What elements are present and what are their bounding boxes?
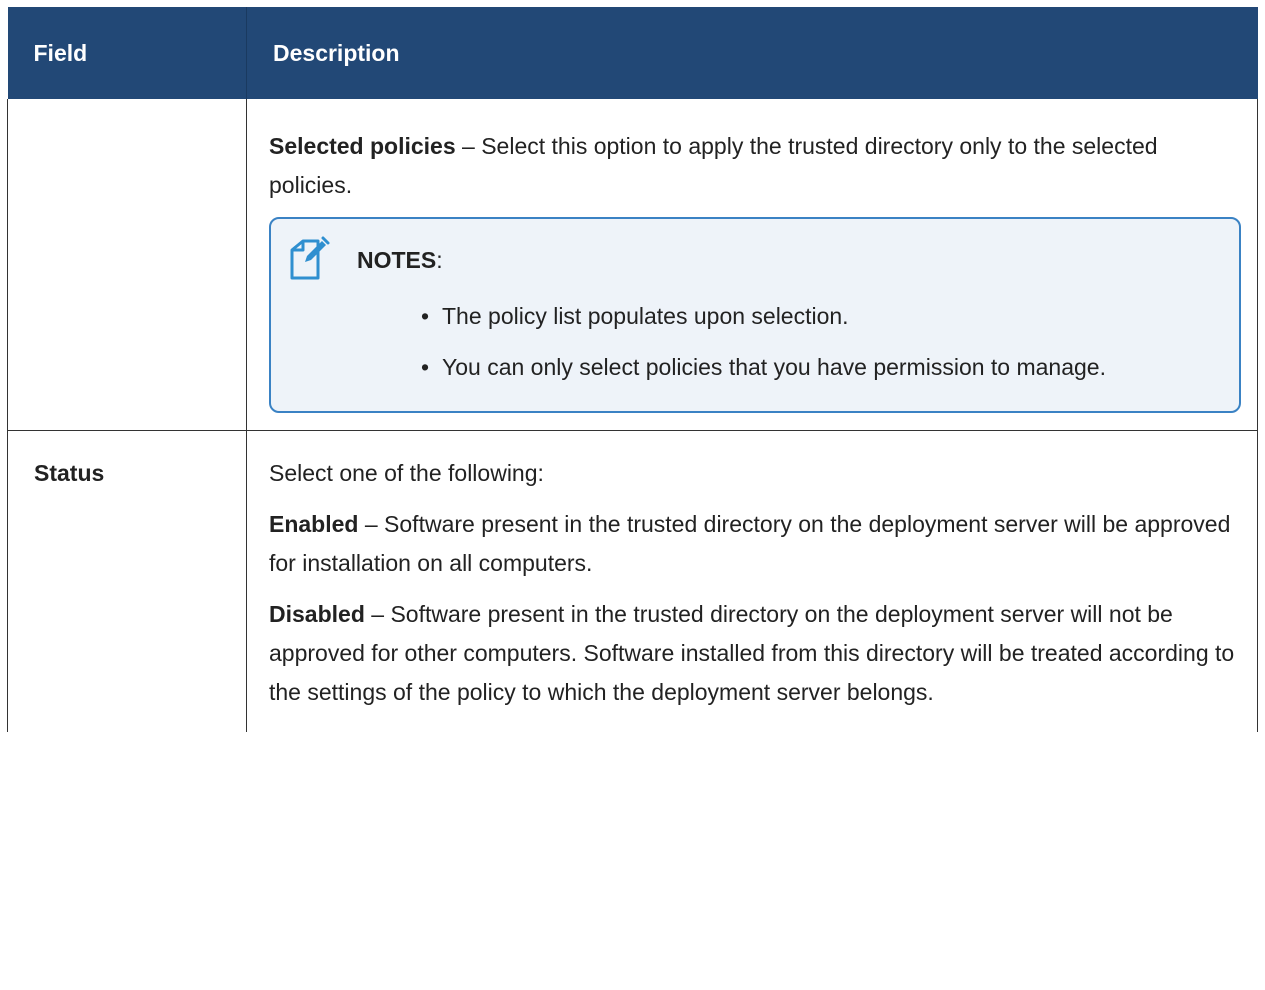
description-cell: Selected policies – Select this option t… xyxy=(246,99,1258,431)
list-item: You can only select policies that you ha… xyxy=(421,348,1219,387)
disabled-term: Disabled xyxy=(269,601,365,627)
enabled-paragraph: Enabled – Software present in the truste… xyxy=(269,505,1241,583)
disabled-text: – Software present in the trusted direct… xyxy=(269,601,1235,705)
header-field: Field xyxy=(7,7,247,99)
selected-policies-term: Selected policies xyxy=(269,133,456,159)
enabled-text: – Software present in the trusted direct… xyxy=(269,511,1231,576)
disabled-paragraph: Disabled – Software present in the trust… xyxy=(269,595,1241,712)
notes-callout: NOTES: The policy list populates upon se… xyxy=(269,217,1241,413)
enabled-term: Enabled xyxy=(269,511,359,537)
notes-heading-label: NOTES xyxy=(357,247,437,273)
header-description: Description xyxy=(246,7,1258,99)
description-cell: Select one of the following: Enabled – S… xyxy=(246,430,1258,732)
table-row: Status Select one of the following: Enab… xyxy=(7,430,1258,732)
notes-list: The policy list populates upon selection… xyxy=(287,297,1219,387)
table-header-row: Field Description xyxy=(7,7,1258,99)
status-intro: Select one of the following: xyxy=(269,460,544,486)
notes-heading: NOTES: xyxy=(357,245,1219,275)
selected-policies-paragraph: Selected policies – Select this option t… xyxy=(269,127,1241,205)
field-description-table: Field Description Selected policies – Se… xyxy=(7,7,1258,732)
note-pencil-icon xyxy=(290,236,330,280)
field-cell-status: Status xyxy=(7,430,247,732)
table-row: Selected policies – Select this option t… xyxy=(7,99,1258,431)
field-cell xyxy=(7,99,247,431)
notes-heading-suffix: : xyxy=(436,247,443,273)
list-item: The policy list populates upon selection… xyxy=(421,297,1219,336)
